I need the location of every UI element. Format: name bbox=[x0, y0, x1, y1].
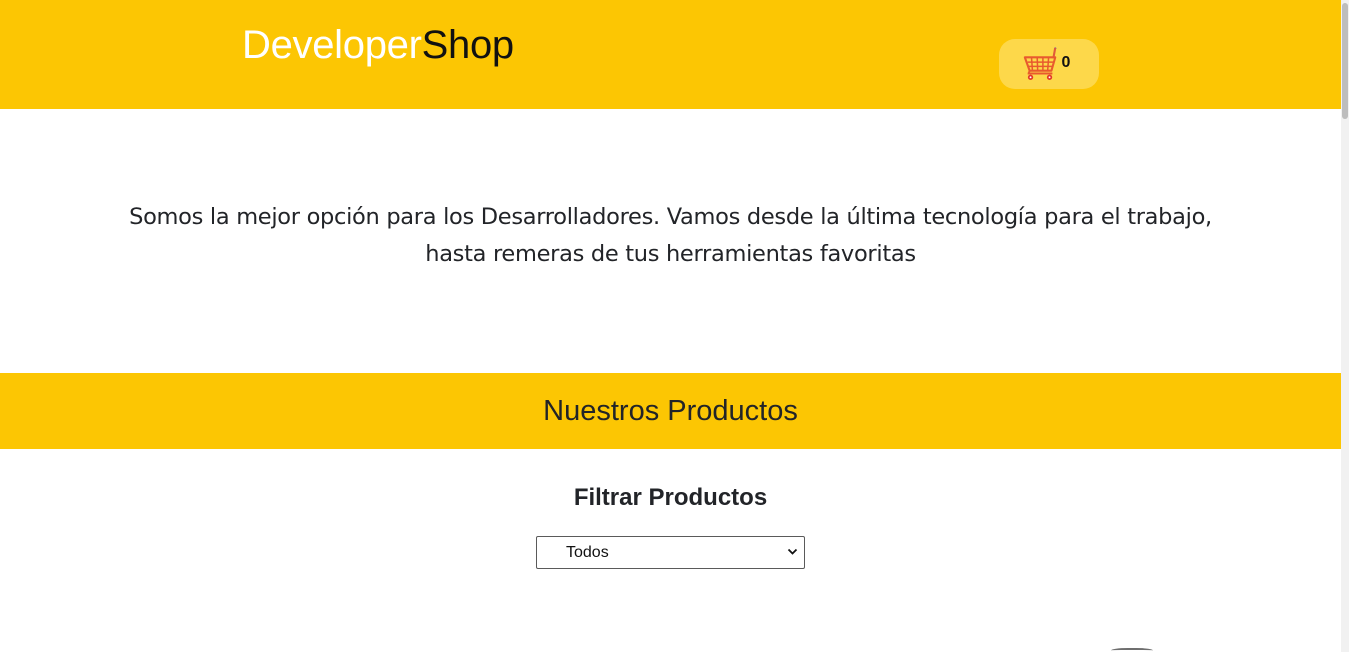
filter-select[interactable]: Todos bbox=[536, 536, 805, 569]
products-band: Nuestros Productos bbox=[0, 373, 1341, 449]
intro-text: Somos la mejor opción para los Desarroll… bbox=[0, 199, 1341, 273]
cart-count: 0 bbox=[1061, 54, 1071, 71]
scrollbar-thumb[interactable] bbox=[1342, 3, 1348, 119]
shopping-cart-icon bbox=[1023, 47, 1057, 80]
products-title: Nuestros Productos bbox=[543, 394, 798, 427]
filter-select-value: Todos bbox=[566, 544, 609, 561]
intro-line-1: Somos la mejor opción para los Desarroll… bbox=[129, 204, 1212, 230]
chevron-down-icon bbox=[787, 548, 798, 555]
partial-product-image bbox=[1111, 648, 1153, 652]
filter-title: Filtrar Productos bbox=[573, 484, 768, 511]
vertical-scrollbar[interactable] bbox=[1341, 0, 1349, 652]
page: DeveloperShop 0 Somos la mejor opción pa… bbox=[0, 0, 1341, 652]
site-header: DeveloperShop 0 bbox=[0, 0, 1341, 109]
logo-text-developer: Developer bbox=[242, 23, 422, 67]
cart-button[interactable]: 0 bbox=[999, 39, 1099, 89]
logo-text-shop: Shop bbox=[421, 23, 515, 67]
site-logo[interactable]: DeveloperShop bbox=[242, 22, 514, 68]
intro-line-2: hasta remeras de tus herramientas favori… bbox=[425, 241, 916, 267]
